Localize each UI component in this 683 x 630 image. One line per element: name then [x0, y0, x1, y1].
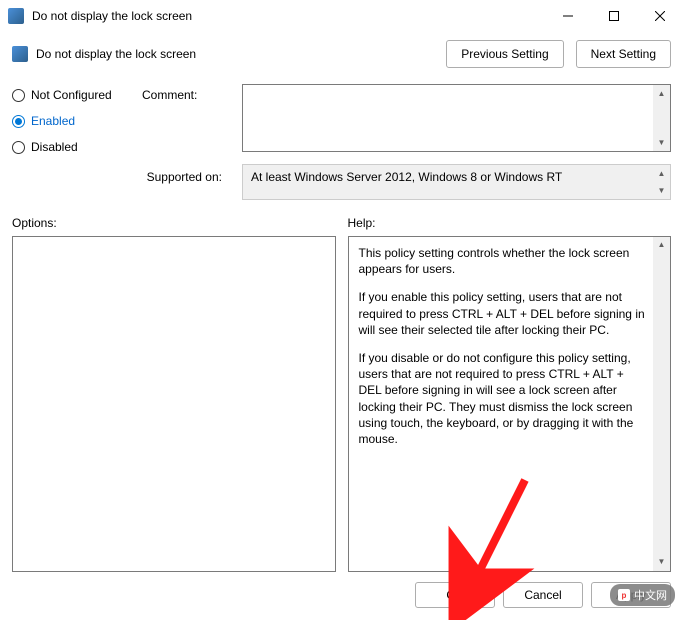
comment-textarea[interactable]: ▲ ▼: [242, 84, 671, 152]
next-setting-button[interactable]: Next Setting: [576, 40, 671, 68]
scroll-down-icon: ▼: [653, 554, 670, 571]
scroll-down-icon: ▼: [653, 182, 670, 199]
cancel-button[interactable]: Cancel: [503, 582, 583, 608]
supported-on-row: Supported on: At least Windows Server 20…: [0, 154, 683, 212]
supported-on-value: At least Windows Server 2012, Windows 8 …: [251, 170, 562, 184]
scroll-up-icon: ▲: [653, 85, 670, 102]
help-paragraph: If you disable or do not configure this …: [359, 350, 649, 447]
radio-disabled[interactable]: Disabled: [12, 140, 142, 154]
help-paragraph: This policy setting controls whether the…: [359, 245, 649, 277]
window-controls: [545, 0, 683, 32]
state-radio-group: Not Configured Enabled Disabled: [12, 84, 142, 154]
radio-icon: [12, 141, 25, 154]
radio-icon: [12, 89, 25, 102]
scroll-down-icon: ▼: [653, 134, 670, 151]
scrollbar[interactable]: ▲ ▼: [653, 165, 670, 199]
scrollbar[interactable]: ▲ ▼: [653, 237, 670, 571]
radio-label: Disabled: [31, 140, 78, 154]
close-button[interactable]: [637, 0, 683, 32]
radio-enabled[interactable]: Enabled: [12, 114, 142, 128]
radio-not-configured[interactable]: Not Configured: [12, 88, 142, 102]
policy-icon: [8, 8, 24, 24]
watermark-logo-icon: p: [618, 589, 630, 601]
minimize-button[interactable]: [545, 0, 591, 32]
previous-setting-button[interactable]: Previous Setting: [446, 40, 563, 68]
options-label: Options:: [12, 212, 336, 236]
help-box: This policy setting controls whether the…: [348, 236, 672, 572]
help-panel: Help: This policy setting controls wheth…: [348, 212, 672, 572]
supported-on-label: Supported on:: [12, 164, 232, 200]
radio-icon: [12, 115, 25, 128]
radio-label: Not Configured: [31, 88, 112, 102]
watermark: p 中文网: [610, 584, 675, 606]
policy-icon: [12, 46, 28, 62]
policy-name: Do not display the lock screen: [36, 47, 196, 61]
subtitle-row: Do not display the lock screen Previous …: [0, 32, 683, 80]
window-title: Do not display the lock screen: [32, 9, 545, 23]
scroll-up-icon: ▲: [653, 237, 670, 254]
options-box[interactable]: [12, 236, 336, 572]
comment-section: Comment: ▲ ▼: [142, 84, 671, 154]
maximize-button[interactable]: [591, 0, 637, 32]
watermark-text: 中文网: [634, 587, 667, 603]
supported-on-value-box: At least Windows Server 2012, Windows 8 …: [242, 164, 671, 200]
radio-label: Enabled: [31, 114, 75, 128]
config-row: Not Configured Enabled Disabled Comment:…: [0, 80, 683, 154]
nav-buttons: Previous Setting Next Setting: [446, 40, 671, 68]
options-panel: Options:: [12, 212, 336, 572]
scrollbar[interactable]: ▲ ▼: [653, 85, 670, 151]
panels: Options: Help: This policy setting contr…: [0, 212, 683, 572]
help-label: Help:: [348, 212, 672, 236]
titlebar: Do not display the lock screen: [0, 0, 683, 32]
help-paragraph: If you enable this policy setting, users…: [359, 289, 649, 338]
footer-buttons: OK Cancel Apply: [0, 572, 683, 618]
scroll-up-icon: ▲: [653, 165, 670, 182]
ok-button[interactable]: OK: [415, 582, 495, 608]
comment-label: Comment:: [142, 84, 232, 154]
